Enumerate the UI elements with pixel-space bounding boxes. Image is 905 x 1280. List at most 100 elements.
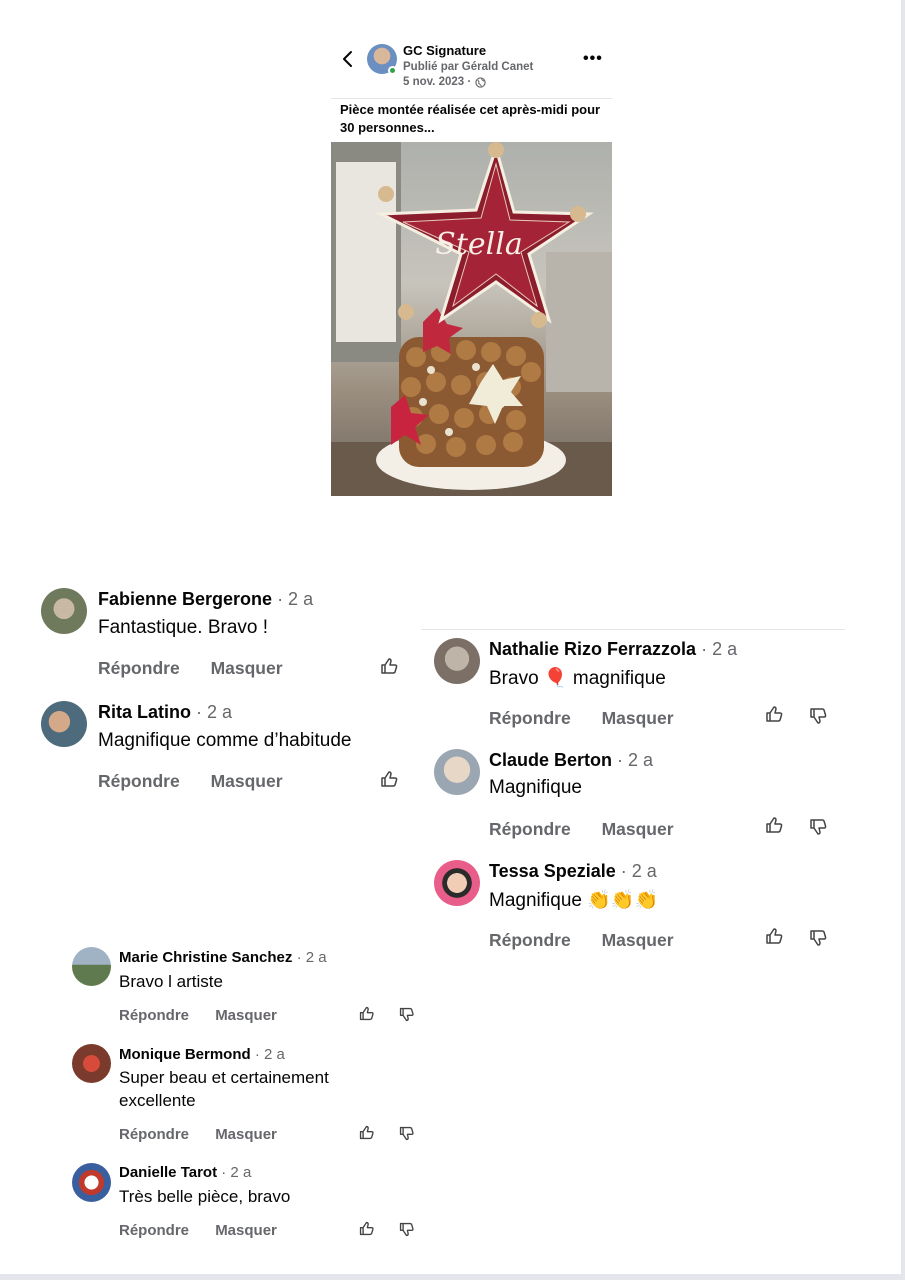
post-date-row: 5 nov. 2023 · (403, 76, 486, 88)
comment-actions: Répondre Masquer (98, 658, 283, 679)
hide-button[interactable]: Masquer (211, 658, 283, 678)
comment-actions: Répondre Masquer (119, 1222, 277, 1239)
hide-button[interactable]: Masquer (215, 1222, 277, 1239)
like-icon[interactable] (358, 1220, 375, 1237)
reply-button[interactable]: Répondre (489, 708, 571, 728)
comment-text: Magnifique comme d’habitude (98, 730, 352, 751)
comment-author-name[interactable]: Tessa Speziale (489, 861, 616, 881)
comment-text-part: Magnifique (489, 890, 582, 911)
comment-nathalie: Nathalie Rizo Ferrazzola · 2 a Bravo 🎈 m… (434, 638, 834, 738)
dislike-icon[interactable] (808, 817, 828, 837)
dislike-icon[interactable] (398, 1125, 415, 1142)
comment-author[interactable]: Claude Berton · 2 a (489, 750, 653, 771)
like-icon[interactable] (764, 815, 784, 835)
avatar[interactable] (72, 947, 111, 986)
hide-button[interactable]: Masquer (211, 771, 283, 791)
comment-author[interactable]: Nathalie Rizo Ferrazzola · 2 a (489, 639, 737, 660)
page-edge (901, 0, 905, 1280)
comment-author[interactable]: Marie Christine Sanchez · 2 a (119, 949, 327, 966)
comment-monique: Monique Bermond · 2 a Super beau et cert… (72, 1044, 422, 1148)
comment-author-name[interactable]: Danielle Tarot (119, 1164, 217, 1181)
comment-age[interactable]: · 2 a (255, 1046, 285, 1063)
more-options-button[interactable]: ••• (583, 50, 603, 68)
hide-button[interactable]: Masquer (602, 819, 674, 839)
avatar[interactable] (72, 1163, 111, 1202)
comment-age[interactable]: · 2 a (617, 750, 653, 770)
like-icon[interactable] (379, 656, 399, 676)
comment-actions: Répondre Masquer (119, 1007, 277, 1024)
comment-danielle: Danielle Tarot · 2 a Très belle pièce, b… (72, 1163, 422, 1247)
like-icon[interactable] (358, 1124, 375, 1141)
comment-text: Super beau et certainement (119, 1068, 329, 1087)
post-date[interactable]: 5 nov. 2023 · (403, 76, 471, 88)
comment-text: Bravo l artiste (119, 972, 223, 991)
comment-age[interactable]: · 2 a (621, 861, 657, 881)
reply-button[interactable]: Répondre (98, 771, 180, 791)
comment-author-name[interactable]: Monique Bermond (119, 1046, 251, 1063)
comment-author[interactable]: Fabienne Bergerone · 2 a (98, 589, 313, 610)
comment-actions: Répondre Masquer (119, 1126, 277, 1143)
dislike-icon[interactable] (398, 1006, 415, 1023)
comment-claude: Claude Berton · 2 a Magnifique Répondre … (434, 749, 834, 849)
hide-button[interactable]: Masquer (602, 930, 674, 950)
clapping-hands-emoji: 👏👏👏 (587, 890, 659, 911)
comment-author-name[interactable]: Claude Berton (489, 750, 612, 770)
hide-button[interactable]: Masquer (215, 1126, 277, 1143)
reply-button[interactable]: Répondre (489, 930, 571, 950)
comment-marie-christine: Marie Christine Sanchez · 2 a Bravo l ar… (72, 947, 422, 1031)
avatar[interactable] (434, 860, 480, 906)
globe-icon (475, 76, 486, 88)
comment-text: Magnifique (489, 777, 582, 798)
comment-text: Très belle pièce, bravo (119, 1187, 291, 1206)
page-name[interactable]: GC Signature (403, 43, 486, 58)
dislike-icon[interactable] (808, 928, 828, 948)
comment-age[interactable]: · 2 a (221, 1164, 251, 1181)
hide-button[interactable]: Masquer (602, 708, 674, 728)
reply-button[interactable]: Répondre (119, 1007, 189, 1024)
comment-author-name[interactable]: Rita Latino (98, 702, 191, 722)
reply-button[interactable]: Répondre (119, 1126, 189, 1143)
avatar[interactable] (434, 638, 480, 684)
balloon-emoji: 🎈 (543, 668, 568, 689)
comment-age[interactable]: · 2 a (277, 589, 313, 609)
comment-author-name[interactable]: Nathalie Rizo Ferrazzola (489, 639, 696, 659)
comment-author-name[interactable]: Marie Christine Sanchez (119, 949, 292, 966)
avatar[interactable] (434, 749, 480, 795)
like-icon[interactable] (764, 704, 784, 724)
comment-text: Fantastique. Bravo ! (98, 617, 269, 638)
comment-text-line2: excellente (119, 1091, 196, 1110)
back-arrow-icon[interactable] (339, 50, 357, 68)
comment-age[interactable]: · 2 a (196, 702, 232, 722)
like-icon[interactable] (379, 769, 399, 789)
reply-button[interactable]: Répondre (489, 819, 571, 839)
posted-by: Publié par Gérald Canet (403, 61, 534, 73)
comment-age[interactable]: · 2 a (297, 949, 327, 966)
comment-author[interactable]: Monique Bermond · 2 a (119, 1046, 285, 1063)
avatar[interactable] (41, 701, 87, 747)
comment-tessa: Tessa Speziale · 2 a Magnifique 👏👏👏 Répo… (434, 860, 834, 960)
comment-age[interactable]: · 2 a (701, 639, 737, 659)
comment-section-divider (421, 629, 845, 630)
comment-actions: Répondre Masquer (489, 930, 674, 951)
comment-text: Magnifique 👏👏👏 (489, 888, 658, 912)
comment-actions: Répondre Masquer (98, 771, 283, 792)
like-icon[interactable] (764, 926, 784, 946)
comment-author[interactable]: Rita Latino · 2 a (98, 702, 232, 723)
dislike-icon[interactable] (398, 1221, 415, 1238)
like-icon[interactable] (358, 1005, 375, 1022)
comment-text-part: magnifique (572, 668, 666, 689)
comment-author-name[interactable]: Fabienne Bergerone (98, 589, 272, 609)
comment-actions: Répondre Masquer (489, 708, 674, 729)
comment-author[interactable]: Danielle Tarot · 2 a (119, 1164, 251, 1181)
avatar[interactable] (41, 588, 87, 634)
photo-stella-text: Stella (435, 227, 522, 262)
avatar[interactable] (72, 1044, 111, 1083)
post-text: Pièce montée réalisée cet après-midi pou… (340, 102, 601, 135)
dislike-icon[interactable] (808, 706, 828, 726)
hide-button[interactable]: Masquer (215, 1007, 277, 1024)
post-photo[interactable]: Stella (331, 142, 612, 496)
reply-button[interactable]: Répondre (98, 658, 180, 678)
online-status-dot (388, 66, 397, 75)
reply-button[interactable]: Répondre (119, 1222, 189, 1239)
comment-author[interactable]: Tessa Speziale · 2 a (489, 861, 657, 882)
